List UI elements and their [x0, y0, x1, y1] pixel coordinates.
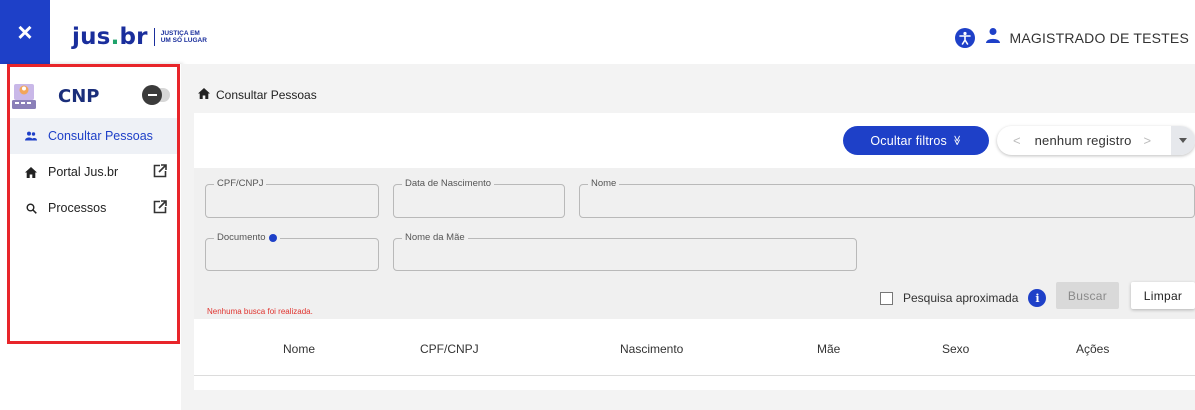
jus-br-logo[interactable]: jus.br JUSTIÇA EM UM SÓ LUGAR	[72, 24, 209, 50]
user-icon	[985, 27, 1001, 48]
app-title: CNP	[58, 85, 100, 107]
pesquisa-aproximada: Pesquisa aproximada i	[880, 289, 1047, 307]
column-header-sexo[interactable]: Sexo	[942, 342, 969, 356]
breadcrumb-label: Consultar Pessoas	[216, 88, 317, 102]
main-content: Consultar Pessoas Ocultar filtros ≫ < ne…	[181, 64, 1195, 410]
nome-label: Nome	[588, 178, 620, 189]
cnp-logo-icon	[10, 81, 36, 111]
column-header-cpf-cnpj[interactable]: CPF/CNPJ	[420, 342, 479, 356]
info-icon[interactable]	[268, 233, 277, 242]
pesquisa-aproximada-label: Pesquisa aproximada	[903, 291, 1019, 305]
sidebar-header: CNP	[10, 78, 175, 114]
data-nascimento-label: Data de Nascimento	[402, 178, 495, 189]
toggle-knob	[142, 85, 162, 105]
sidebar-nav: Consultar Pessoas Portal Jus.br Processo…	[10, 118, 177, 226]
user-area: MAGISTRADO DE TESTES	[955, 27, 1189, 48]
info-icon[interactable]: i	[1028, 289, 1047, 307]
home-icon[interactable]	[198, 88, 210, 102]
filters-form: CPF/CNPJ Data de Nascimento Nome Documen…	[194, 168, 1195, 319]
page-size-dropdown[interactable]	[1171, 126, 1195, 155]
sidebar-item-portal-jus-br[interactable]: Portal Jus.br	[10, 154, 177, 190]
pagination: < nenhum registro >	[997, 126, 1195, 155]
user-name: MAGISTRADO DE TESTES	[1009, 29, 1189, 46]
sidebar-item-consultar-pessoas[interactable]: Consultar Pessoas	[10, 118, 177, 154]
cpf-cnpj-label: CPF/CNPJ	[214, 178, 267, 189]
buscar-button[interactable]: Buscar	[1056, 282, 1119, 309]
nome-field[interactable]: Nome	[579, 178, 1195, 218]
nome-mae-field[interactable]: Nome da Mãe	[393, 232, 857, 271]
limpar-button[interactable]: Limpar	[1131, 282, 1195, 309]
home-icon	[24, 166, 38, 178]
hide-filters-button[interactable]: Ocultar filtros ≫	[843, 126, 989, 155]
close-icon: ×	[17, 16, 33, 47]
logo-tagline: JUSTIÇA EM UM SÓ LUGAR	[160, 30, 207, 44]
close-menu-button[interactable]: ×	[0, 0, 50, 64]
next-page-button[interactable]: >	[1144, 133, 1152, 148]
people-icon	[24, 131, 38, 141]
external-link-icon	[153, 164, 167, 181]
column-header-acoes[interactable]: Ações	[1076, 342, 1109, 356]
search-panel: Ocultar filtros ≫ < nenhum registro > CP…	[194, 113, 1195, 390]
no-search-warning: Nenhuma busca foi realizada.	[207, 307, 313, 316]
breadcrumb: Consultar Pessoas	[198, 88, 317, 102]
logo-divider	[153, 28, 155, 46]
data-nascimento-field[interactable]: Data de Nascimento	[393, 178, 565, 218]
sidebar-item-processos[interactable]: Processos	[10, 190, 177, 226]
sidebar-item-label: Consultar Pessoas	[48, 129, 153, 143]
top-bar: × jus.br JUSTIÇA EM UM SÓ LUGAR MAGISTRAD…	[0, 0, 1195, 64]
user-menu[interactable]: MAGISTRADO DE TESTES	[985, 27, 1189, 48]
external-link-icon	[153, 200, 167, 217]
sidebar-item-label: Processos	[48, 201, 107, 215]
hide-filters-label: Ocultar filtros	[870, 133, 947, 148]
prev-page-button[interactable]: <	[1013, 133, 1021, 148]
documento-field[interactable]: Documento	[205, 232, 379, 271]
accessibility-icon[interactable]	[955, 27, 976, 48]
pesquisa-aproximada-checkbox[interactable]	[880, 291, 893, 305]
logo-text: jus.br	[72, 24, 148, 50]
results-table-header: Nome CPF/CNPJ Nascimento Mãe Sexo Ações	[194, 319, 1195, 376]
sidebar: CNP Consultar Pessoas Portal Jus.br Proc…	[0, 64, 181, 410]
search-icon	[24, 203, 38, 214]
sidebar-item-label: Portal Jus.br	[48, 165, 119, 179]
documento-label: Documento	[217, 232, 266, 243]
filters-bar: Ocultar filtros ≫ < nenhum registro >	[194, 113, 1195, 168]
pager-status: nenhum registro	[1034, 133, 1132, 148]
documento-label-wrap: Documento	[214, 232, 280, 243]
double-chevron-down-icon: ≫	[950, 135, 962, 146]
dark-mode-toggle[interactable]	[142, 85, 170, 105]
column-header-nascimento[interactable]: Nascimento	[620, 342, 683, 356]
column-header-nome[interactable]: Nome	[283, 342, 315, 356]
cpf-cnpj-field[interactable]: CPF/CNPJ	[205, 178, 379, 218]
chevron-down-icon	[1179, 138, 1187, 143]
column-header-mae[interactable]: Mãe	[817, 342, 840, 356]
nome-mae-label: Nome da Mãe	[402, 232, 468, 243]
